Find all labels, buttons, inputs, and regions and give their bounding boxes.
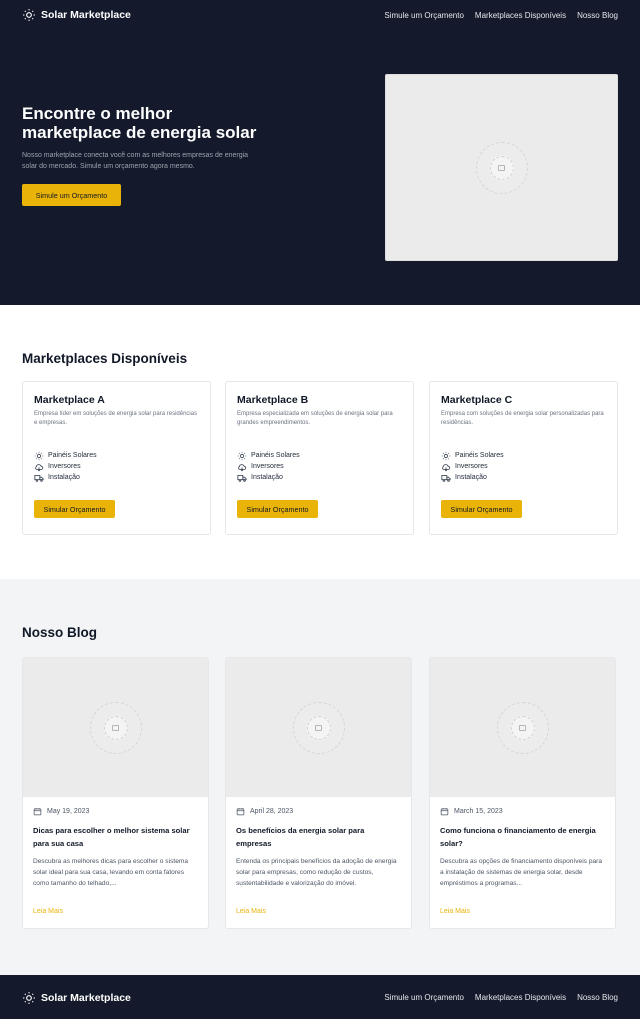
truck-icon bbox=[237, 474, 247, 482]
footer-link-blog[interactable]: Nosso Blog bbox=[577, 993, 618, 1002]
footer-links: Simule um Orçamento Marketplaces Disponí… bbox=[384, 993, 618, 1002]
blog-post-image bbox=[430, 658, 615, 797]
post-title[interactable]: Dicas para escolher o melhor sistema sol… bbox=[33, 824, 198, 852]
marketplace-card-a: Marketplace A Empresa líder em soluções … bbox=[22, 381, 211, 535]
blog-post-image bbox=[23, 658, 208, 797]
marketplace-description: Empresa líder em soluções de energia sol… bbox=[34, 411, 198, 426]
feature-label: Painéis Solares bbox=[455, 452, 504, 459]
blog-post-card[interactable]: May 19, 2023 Dicas para escolher o melho… bbox=[22, 657, 209, 929]
marketplaces-title: Marketplaces Disponíveis bbox=[22, 351, 188, 366]
read-more-link[interactable]: Leia Mais bbox=[440, 908, 605, 915]
blog-post-card[interactable]: March 15, 2023 Como funciona o financiam… bbox=[429, 657, 616, 929]
cloud-icon bbox=[35, 463, 44, 471]
post-excerpt: Entenda os principais benefícios da adoç… bbox=[236, 858, 397, 887]
feature-item: Inversores bbox=[441, 461, 606, 472]
post-date: May 19, 2023 bbox=[33, 807, 198, 816]
feature-list: Painéis Solares Inversores Instalação bbox=[34, 450, 199, 483]
feature-list: Painéis Solares Inversores Instalação bbox=[237, 450, 402, 483]
post-date-text: April 28, 2023 bbox=[250, 808, 294, 815]
post-excerpt: Descubra as melhores dicas para escolher… bbox=[33, 858, 189, 887]
sun-icon bbox=[237, 451, 247, 460]
feature-label: Instalação bbox=[251, 474, 283, 481]
simular-orcamento-button[interactable]: Simular Orçamento bbox=[441, 500, 522, 518]
cloud-icon bbox=[238, 463, 247, 471]
calendar-icon bbox=[236, 808, 245, 816]
feature-item: Instalação bbox=[441, 472, 606, 483]
brand-logo[interactable]: Solar Marketplace bbox=[22, 8, 131, 22]
blog-post-card[interactable]: April 28, 2023 Os benefícios da energia … bbox=[225, 657, 412, 929]
hero-image bbox=[385, 74, 618, 261]
image-placeholder-icon bbox=[496, 701, 549, 754]
calendar-icon bbox=[440, 808, 449, 816]
feature-label: Inversores bbox=[455, 463, 488, 470]
hero-section: Solar Marketplace Simule um Orçamento Ma… bbox=[0, 0, 640, 305]
image-placeholder-icon bbox=[89, 701, 142, 754]
top-navbar: Solar Marketplace Simule um Orçamento Ma… bbox=[0, 0, 640, 30]
feature-label: Inversores bbox=[48, 463, 81, 470]
feature-list: Painéis Solares Inversores Instalação bbox=[441, 450, 606, 483]
blog-post-image bbox=[226, 658, 411, 797]
hero-text: Encontre o melhor marketplace de energia… bbox=[22, 104, 262, 206]
sun-icon bbox=[23, 991, 35, 1004]
nav-links: Simule um Orçamento Marketplaces Disponí… bbox=[384, 11, 618, 20]
read-more-link[interactable]: Leia Mais bbox=[33, 908, 198, 915]
hero-cta-button[interactable]: Simule um Orçamento bbox=[22, 184, 121, 206]
footer-brand-name: Solar Marketplace bbox=[41, 991, 131, 1004]
marketplace-name: Marketplace A bbox=[34, 394, 105, 406]
brand-name: Solar Marketplace bbox=[41, 9, 131, 21]
marketplace-description: Empresa especializada em soluções de ene… bbox=[237, 411, 393, 426]
sun-icon bbox=[34, 451, 44, 460]
marketplace-name: Marketplace B bbox=[237, 394, 309, 406]
post-date: April 28, 2023 bbox=[236, 807, 401, 816]
footer-navbar: Solar Marketplace Simule um Orçamento Ma… bbox=[0, 975, 640, 1019]
post-date-text: March 15, 2023 bbox=[454, 808, 503, 815]
nav-link-marketplaces[interactable]: Marketplaces Disponíveis bbox=[475, 11, 566, 20]
truck-icon bbox=[34, 474, 44, 482]
post-excerpt: Descubra as opções de financiamento disp… bbox=[440, 858, 603, 887]
feature-label: Painéis Solares bbox=[48, 452, 97, 459]
post-title[interactable]: Os benefícios da energia solar para empr… bbox=[236, 824, 401, 852]
post-date: March 15, 2023 bbox=[440, 807, 605, 816]
feature-label: Instalação bbox=[455, 474, 487, 481]
post-title[interactable]: Como funciona o financiamento de energia… bbox=[440, 824, 605, 852]
hero-subtitle: Nosso marketplace conecta você com as me… bbox=[22, 152, 249, 170]
simular-orcamento-button[interactable]: Simular Orçamento bbox=[237, 500, 318, 518]
blog-section: Nosso Blog May 19, 2023 Dicas para escol… bbox=[0, 579, 640, 975]
marketplace-card-b: Marketplace B Empresa especializada em s… bbox=[225, 381, 414, 535]
blog-title: Nosso Blog bbox=[22, 625, 98, 640]
marketplace-name: Marketplace C bbox=[441, 394, 513, 406]
feature-item: Inversores bbox=[237, 461, 402, 472]
feature-label: Instalação bbox=[48, 474, 80, 481]
footer-brand-logo[interactable]: Solar Marketplace bbox=[22, 991, 131, 1005]
footer: Solar Marketplace Simule um Orçamento Ma… bbox=[0, 975, 640, 1019]
post-date-text: May 19, 2023 bbox=[47, 808, 90, 815]
read-more-link[interactable]: Leia Mais bbox=[236, 908, 401, 915]
feature-item: Painéis Solares bbox=[237, 450, 402, 461]
feature-label: Inversores bbox=[251, 463, 284, 470]
feature-item: Instalação bbox=[34, 472, 199, 483]
sun-icon bbox=[23, 9, 35, 21]
calendar-icon bbox=[33, 808, 42, 816]
sun-icon bbox=[441, 451, 451, 460]
feature-item: Instalação bbox=[237, 472, 402, 483]
hero-title: Encontre o melhor marketplace de energia… bbox=[22, 104, 257, 142]
simular-orcamento-button[interactable]: Simular Orçamento bbox=[34, 500, 115, 518]
cloud-icon bbox=[442, 463, 451, 471]
marketplace-description: Empresa com soluções de energia solar pe… bbox=[441, 411, 604, 426]
marketplaces-section: Marketplaces Disponíveis Marketplace A E… bbox=[0, 305, 640, 579]
footer-link-marketplaces[interactable]: Marketplaces Disponíveis bbox=[475, 993, 566, 1002]
image-placeholder-icon bbox=[475, 141, 528, 194]
nav-link-simule[interactable]: Simule um Orçamento bbox=[384, 11, 464, 20]
nav-link-blog[interactable]: Nosso Blog bbox=[577, 11, 618, 20]
feature-item: Painéis Solares bbox=[441, 450, 606, 461]
feature-item: Inversores bbox=[34, 461, 199, 472]
image-placeholder-icon bbox=[292, 701, 345, 754]
feature-item: Painéis Solares bbox=[34, 450, 199, 461]
footer-link-simule[interactable]: Simule um Orçamento bbox=[384, 993, 464, 1002]
marketplace-card-c: Marketplace C Empresa com soluções de en… bbox=[429, 381, 618, 535]
feature-label: Painéis Solares bbox=[251, 452, 300, 459]
truck-icon bbox=[441, 474, 451, 482]
